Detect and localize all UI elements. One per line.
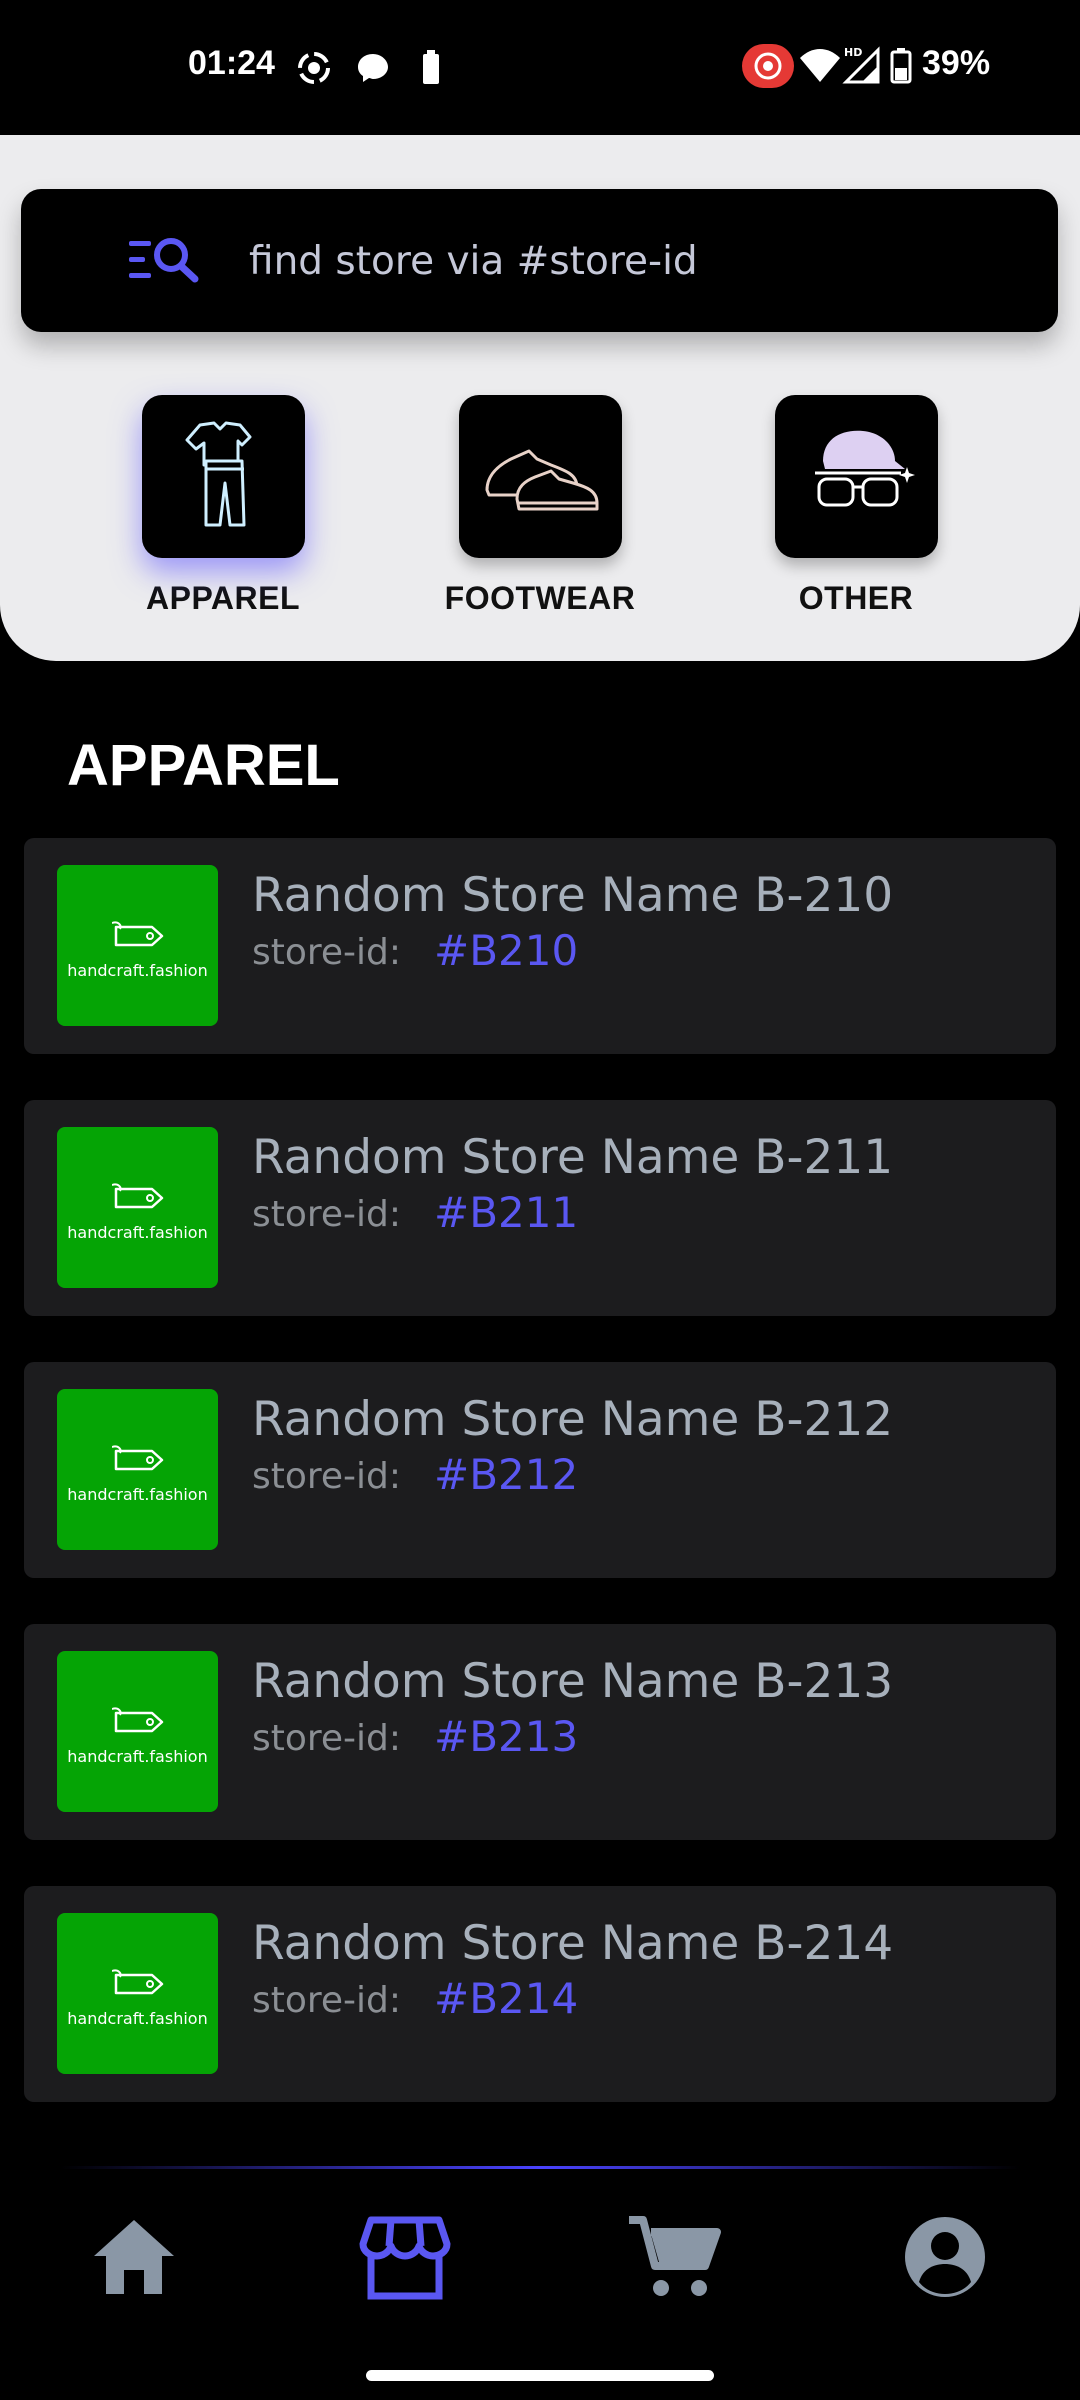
store-id: #B211 — [434, 1188, 579, 1237]
store-icon[interactable] — [355, 2212, 455, 2302]
category-footwear[interactable]: FOOTWEAR — [420, 395, 660, 617]
logo-text: handcraft.fashion — [67, 1485, 208, 1504]
store-name: Random Store Name B-214 — [252, 1916, 894, 1971]
store-card[interactable]: handcraft.fashion Random Store Name B-21… — [24, 1100, 1056, 1316]
store-card[interactable]: handcraft.fashion Random Store Name B-21… — [24, 1624, 1056, 1840]
store-logo: handcraft.fashion — [57, 1913, 218, 2074]
store-logo: handcraft.fashion — [57, 1389, 218, 1550]
footwear-icon[interactable] — [458, 395, 622, 558]
nav-store[interactable] — [355, 2212, 455, 2302]
home-icon[interactable] — [84, 2212, 184, 2302]
home-indicator[interactable] — [366, 2370, 714, 2381]
nav-account[interactable] — [895, 2212, 995, 2302]
section-title: APPAREL — [67, 733, 340, 798]
svg-text:HD: HD — [844, 46, 862, 59]
logo-text: handcraft.fashion — [67, 1747, 208, 1766]
messenger-icon — [355, 50, 391, 90]
store-id: #B210 — [434, 926, 579, 975]
cast-record-icon — [742, 44, 794, 92]
store-id: #B214 — [434, 1974, 579, 2023]
signal-hd-icon: HD — [842, 44, 882, 88]
status-bar: 01:24 HD 39% — [0, 0, 1080, 135]
status-time: 01:24 — [188, 44, 275, 82]
store-name: Random Store Name B-210 — [252, 868, 894, 923]
store-id-label: store-id: — [252, 932, 402, 973]
store-name: Random Store Name B-213 — [252, 1654, 894, 1709]
store-id: #B212 — [434, 1450, 579, 1499]
search-filter-icon[interactable] — [129, 235, 203, 289]
category-other[interactable]: OTHER — [736, 395, 976, 617]
battery-percent: 39% — [922, 44, 991, 82]
category-label: OTHER — [798, 580, 914, 616]
store-logo: handcraft.fashion — [57, 865, 218, 1026]
store-logo: handcraft.fashion — [57, 1651, 218, 1812]
store-id-label: store-id: — [252, 1980, 402, 2021]
bottom-nav — [0, 2166, 1080, 2400]
cap-glasses-icon[interactable] — [774, 395, 938, 558]
store-card[interactable]: handcraft.fashion Random Store Name B-21… — [24, 1886, 1056, 2102]
category-label: APPAREL — [145, 580, 301, 616]
category-label: FOOTWEAR — [444, 580, 636, 616]
search-bar[interactable]: find store via #store-id — [21, 189, 1058, 332]
store-logo: handcraft.fashion — [57, 1127, 218, 1288]
store-name: Random Store Name B-211 — [252, 1130, 894, 1185]
store-id: #B213 — [434, 1712, 579, 1761]
logo-text: handcraft.fashion — [67, 1223, 208, 1242]
cart-icon[interactable] — [625, 2212, 725, 2302]
account-icon[interactable] — [895, 2212, 995, 2302]
store-id-label: store-id: — [252, 1456, 402, 1497]
category-apparel[interactable]: APPAREL — [103, 395, 343, 617]
top-panel: find store via #store-id APPAREL FOOTWEA… — [0, 135, 1080, 661]
search-input[interactable]: find store via #store-id — [249, 239, 698, 284]
store-name: Random Store Name B-212 — [252, 1392, 894, 1447]
nav-cart[interactable] — [625, 2212, 725, 2302]
screen-record-icon — [296, 50, 332, 90]
store-list: handcraft.fashion Random Store Name B-21… — [24, 838, 1056, 2148]
logo-text: handcraft.fashion — [67, 2009, 208, 2028]
logo-text: handcraft.fashion — [67, 961, 208, 980]
wifi-icon — [800, 48, 840, 88]
store-card[interactable]: handcraft.fashion Random Store Name B-21… — [24, 838, 1056, 1054]
apparel-icon[interactable] — [141, 395, 305, 558]
store-card[interactable]: handcraft.fashion Random Store Name B-21… — [24, 1362, 1056, 1578]
nav-divider — [60, 2166, 1020, 2169]
battery-icon — [890, 48, 912, 88]
store-id-label: store-id: — [252, 1194, 402, 1235]
store-id-label: store-id: — [252, 1718, 402, 1759]
nav-home[interactable] — [84, 2212, 184, 2302]
battery-small-icon — [421, 50, 441, 90]
